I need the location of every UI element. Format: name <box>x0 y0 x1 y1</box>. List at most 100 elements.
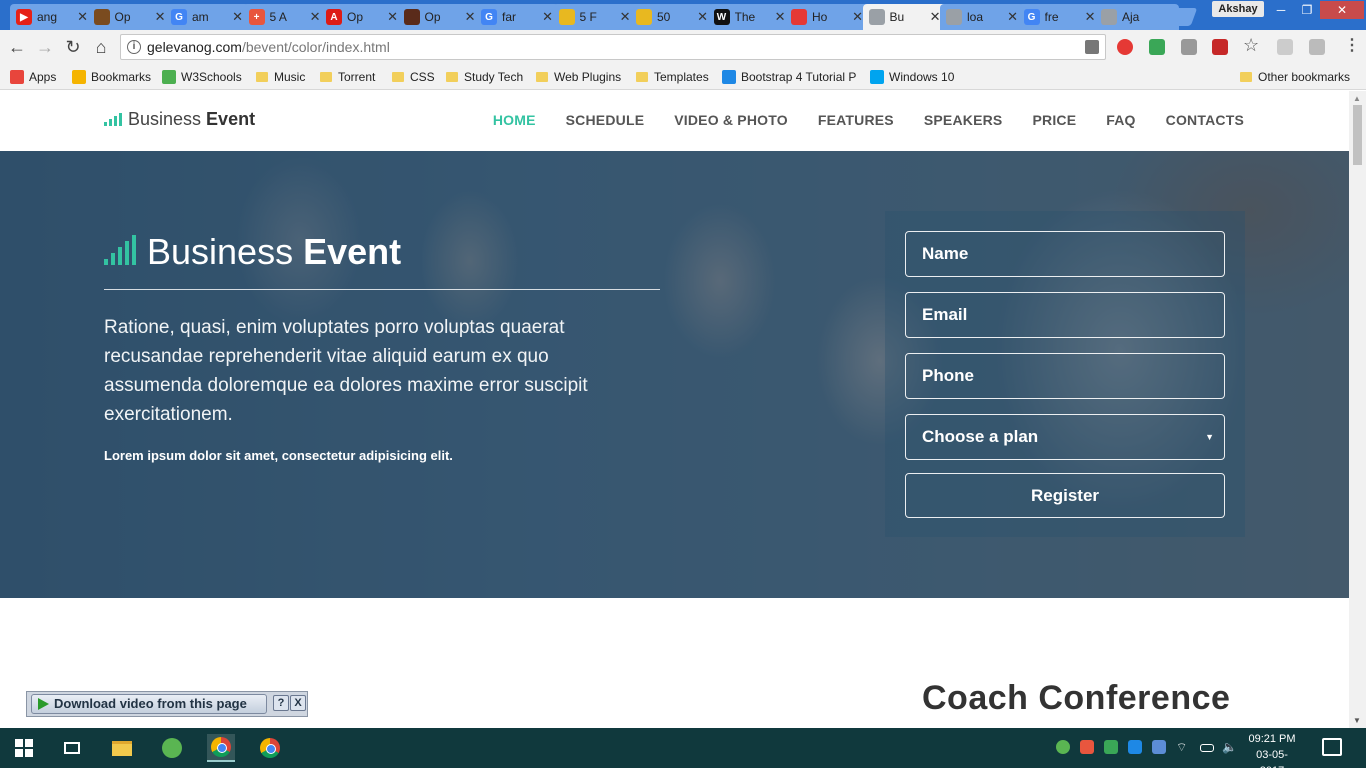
browser-tab[interactable]: Bu ✕ <box>862 4 947 30</box>
nav-link-features[interactable]: FEATURES <box>818 112 894 128</box>
nav-link-home[interactable]: HOME <box>493 112 536 128</box>
bookmark-item[interactable]: Study Tech <box>446 68 523 86</box>
browser-tab[interactable]: Op ✕ <box>397 4 482 30</box>
other-bookmarks[interactable]: Other bookmarks <box>1240 68 1350 86</box>
wifi-icon[interactable]: ⌔ <box>1176 740 1190 754</box>
battery-icon[interactable] <box>1200 744 1214 752</box>
nav-link-schedule[interactable]: SCHEDULE <box>566 112 645 128</box>
plan-select[interactable]: Choose a plan ▼ <box>905 414 1225 460</box>
shield-tray-icon[interactable] <box>1152 740 1166 754</box>
bookmark-item[interactable]: W3Schools <box>162 68 242 86</box>
chrome-taskbar-icon[interactable] <box>207 734 235 762</box>
tab-close-icon[interactable]: ✕ <box>930 9 941 25</box>
site-info-icon[interactable]: i <box>127 40 141 54</box>
extension-icon[interactable] <box>1181 39 1197 55</box>
browser-tab[interactable]: +5 A ✕ <box>242 4 327 30</box>
translate-icon[interactable] <box>1085 40 1099 54</box>
tab-close-icon[interactable]: ✕ <box>77 9 88 25</box>
browser-tab[interactable]: Gfre ✕ <box>1017 4 1102 30</box>
bookmark-star-icon[interactable]: ☆ <box>1243 35 1259 56</box>
tab-close-icon[interactable]: ✕ <box>1007 9 1018 25</box>
tab-title: Bu <box>889 10 905 24</box>
home-icon[interactable]: ⌂ <box>90 36 112 58</box>
nav-link-speakers[interactable]: SPEAKERS <box>924 112 1003 128</box>
scrollbar-thumb[interactable] <box>1353 105 1362 165</box>
nav-link-faq[interactable]: FAQ <box>1106 112 1135 128</box>
bookmark-item[interactable]: Bookmarks <box>72 68 151 86</box>
tab-close-icon[interactable]: ✕ <box>155 9 166 25</box>
utorrent-icon[interactable] <box>158 734 186 762</box>
task-view-icon[interactable] <box>58 734 86 762</box>
scroll-up-icon[interactable]: ▲ <box>1353 94 1361 103</box>
tab-close-icon[interactable]: ✕ <box>852 9 863 25</box>
window-close-button[interactable]: ✕ <box>1320 1 1364 19</box>
action-center-icon[interactable] <box>1322 738 1342 756</box>
browser-tab[interactable]: Op ✕ <box>87 4 172 30</box>
start-button[interactable] <box>10 734 38 762</box>
browser-menu-icon[interactable]: ⋮ <box>1344 35 1360 55</box>
tab-close-icon[interactable]: ✕ <box>775 9 786 25</box>
tray-app-icon[interactable] <box>1080 740 1094 754</box>
forward-icon[interactable]: → <box>34 36 56 58</box>
nav-link-price[interactable]: PRICE <box>1032 112 1076 128</box>
site-logo[interactable]: Business Event <box>104 109 255 130</box>
bookmark-item[interactable]: Windows 10 <box>870 68 954 86</box>
email-field[interactable]: Email <box>905 292 1225 338</box>
bookmark-item[interactable]: Apps <box>10 68 56 86</box>
bookmark-item[interactable]: Torrent <box>320 68 375 86</box>
browser-tab[interactable]: Ho ✕ <box>785 4 869 30</box>
browser-tab[interactable]: W The ✕ <box>707 4 792 30</box>
browser-tab[interactable]: Gfar ✕ <box>475 4 559 30</box>
tab-close-icon[interactable]: ✕ <box>465 9 476 25</box>
browser-tab[interactable]: 50 ✕ <box>630 4 714 30</box>
bookmark-item[interactable]: CSS <box>392 68 435 86</box>
browser-tab[interactable]: 5 F ✕ <box>552 4 637 30</box>
tab-close-icon[interactable]: ✕ <box>232 9 243 25</box>
tab-close-icon[interactable]: ✕ <box>697 9 708 25</box>
utorrent-tray-icon[interactable] <box>1056 740 1070 754</box>
scroll-down-icon[interactable]: ▼ <box>1353 716 1361 725</box>
address-bar[interactable]: i gelevanog.com/bevent/color/index.html <box>120 34 1106 60</box>
tray-app-icon[interactable] <box>1128 740 1142 754</box>
close-icon[interactable]: X <box>290 695 306 711</box>
tray-app-icon[interactable] <box>1104 740 1118 754</box>
page-scrollbar[interactable]: ▲ ▼ <box>1349 91 1366 728</box>
browser-tab[interactable]: Gam ✕ <box>165 4 249 30</box>
bookmark-item[interactable]: Web Plugins <box>536 68 621 86</box>
minimize-button[interactable]: ─ <box>1268 1 1294 19</box>
bookmark-item[interactable]: Music <box>256 68 305 86</box>
restore-button[interactable]: ❐ <box>1294 1 1320 19</box>
volume-icon[interactable]: 🔈 <box>1222 740 1237 754</box>
profile-button[interactable]: Akshay <box>1212 1 1264 17</box>
bookmark-item[interactable]: Templates <box>636 68 709 86</box>
phone-field[interactable]: Phone <box>905 353 1225 399</box>
chrome-taskbar-icon[interactable] <box>256 734 284 762</box>
system-clock[interactable]: 09:21 PM 03-05-2017 <box>1244 731 1300 768</box>
tab-close-icon[interactable]: ✕ <box>387 9 398 25</box>
file-explorer-icon[interactable] <box>108 734 136 762</box>
shield-icon[interactable] <box>1149 39 1165 55</box>
browser-tab[interactable]: loa ✕ <box>940 4 1024 30</box>
name-field[interactable]: Name <box>905 231 1225 277</box>
download-video-button[interactable]: Download video from this page <box>31 694 267 714</box>
browser-tab[interactable]: ▶ ang ✕ <box>10 4 94 30</box>
tab-close-icon[interactable]: ✕ <box>620 9 631 25</box>
hero-subtext: Lorem ipsum dolor sit amet, consectetur … <box>104 448 453 463</box>
new-tab-button[interactable] <box>1156 8 1198 26</box>
reload-icon[interactable]: ↻ <box>62 36 84 58</box>
video-extension-icon[interactable] <box>1212 39 1228 55</box>
tab-close-icon[interactable]: ✕ <box>542 9 553 25</box>
browser-tab[interactable]: A Op ✕ <box>320 4 404 30</box>
extension-icon[interactable] <box>1277 39 1293 55</box>
bookmark-item[interactable]: Bootstrap 4 Tutorial P <box>722 68 856 86</box>
extension-icon[interactable] <box>1309 39 1325 55</box>
tab-close-icon[interactable]: ✕ <box>1085 9 1096 25</box>
hero-divider <box>104 289 660 290</box>
back-icon[interactable]: ← <box>6 36 28 58</box>
help-icon[interactable]: ? <box>273 695 289 711</box>
nav-link-contacts[interactable]: CONTACTS <box>1166 112 1244 128</box>
tab-close-icon[interactable]: ✕ <box>310 9 321 25</box>
register-button[interactable]: Register <box>905 473 1225 518</box>
extension-icon[interactable] <box>1117 39 1133 55</box>
nav-link-video-photo[interactable]: VIDEO & PHOTO <box>674 112 788 128</box>
